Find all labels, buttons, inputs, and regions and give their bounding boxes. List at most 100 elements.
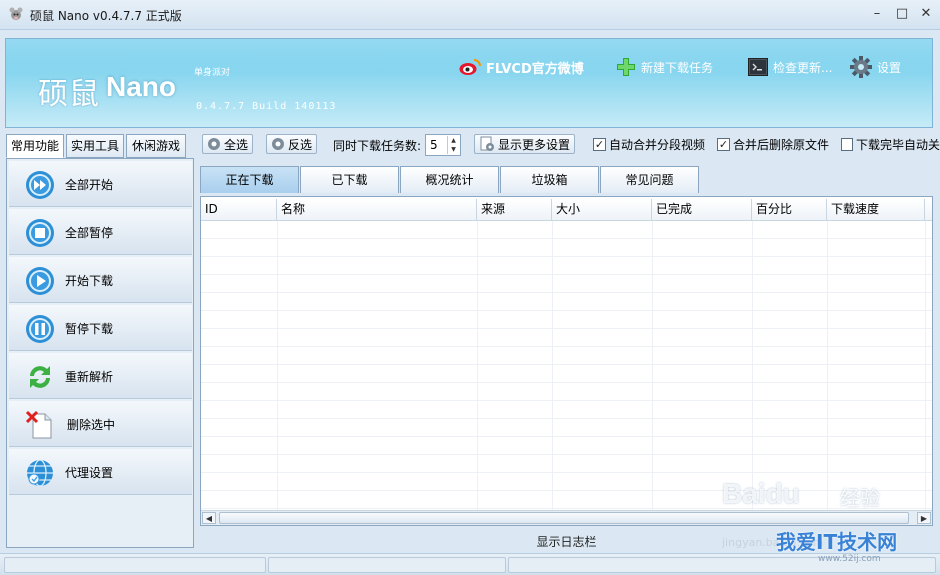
column-source[interactable]: 来源 (477, 199, 552, 221)
tab-common-functions[interactable]: 常用功能 (6, 134, 64, 158)
pause-all-button[interactable]: 全部暂停 (9, 209, 192, 255)
column-divider (925, 221, 926, 511)
column-divider (552, 221, 553, 511)
concurrent-tasks-value: 5 (430, 138, 438, 152)
window-title: 硕鼠 Nano v0.4.7.7 正式版 (30, 9, 182, 23)
settings-label: 设置 (877, 60, 902, 75)
check-update-link[interactable]: 检查更新... (748, 56, 832, 78)
start-all-label: 全部开始 (65, 178, 114, 192)
tab-downloading[interactable]: 正在下载 (200, 166, 299, 193)
fast-forward-icon (26, 171, 54, 199)
tab-statistics[interactable]: 概况统计 (400, 166, 499, 193)
delete-selected-label: 删除选中 (67, 418, 116, 432)
pause-icon (26, 315, 54, 343)
column-completed[interactable]: 已完成 (652, 199, 752, 221)
tab-utilities[interactable]: 实用工具 (66, 134, 124, 158)
delete-selected-button[interactable]: 删除选中 (9, 401, 192, 447)
checkbox-checked-icon: ✓ (717, 138, 730, 151)
column-divider (827, 221, 828, 511)
column-divider (477, 221, 478, 511)
globe-icon (27, 459, 53, 487)
download-list[interactable]: ID 名称 来源 大小 已完成 百分比 下载速度 ◀ ▶ (200, 196, 933, 526)
column-percent[interactable]: 百分比 (752, 199, 827, 221)
auto-merge-checkbox[interactable]: ✓ 自动合并分段视频 (593, 136, 705, 153)
invert-selection-label: 反选 (288, 137, 313, 152)
minimize-button[interactable]: – (868, 6, 886, 22)
list-header: ID 名称 来源 大小 已完成 百分比 下载速度 (201, 199, 932, 221)
gear-icon (850, 56, 872, 78)
tab-downloaded[interactable]: 已下载 (300, 166, 399, 193)
start-all-button[interactable]: 全部开始 (9, 161, 192, 207)
column-divider (652, 221, 653, 511)
new-task-label: 新建下载任务 (641, 60, 714, 75)
scroll-left-icon[interactable]: ◀ (202, 512, 216, 524)
show-more-settings-label: 显示更多设置 (498, 137, 571, 152)
delete-after-merge-checkbox[interactable]: ✓ 合并后删除原文件 (717, 136, 829, 153)
status-segment (4, 557, 266, 573)
auto-shutdown-label: 下载完毕自动关 (855, 138, 940, 152)
weibo-label: FLVCD官方微博 (486, 61, 584, 77)
logo-chinese: 硕鼠 (38, 77, 100, 112)
gear-small-icon (208, 138, 220, 150)
settings-doc-icon (480, 136, 494, 151)
plus-icon (617, 58, 635, 76)
header-banner: 硕鼠 Nano 单身派对 0.4.7.7 Build 140113 FLVCD官… (5, 38, 933, 128)
check-update-label: 检查更新... (773, 60, 833, 75)
auto-merge-label: 自动合并分段视频 (609, 138, 706, 152)
proxy-settings-label: 代理设置 (65, 466, 114, 480)
gear-small-icon (272, 138, 284, 150)
status-segment (268, 557, 506, 573)
column-id[interactable]: ID (201, 199, 277, 221)
watermark-url: www.52ij.com (818, 554, 881, 564)
title-bar: 硕鼠 Nano v0.4.7.7 正式版 – □ ✕ (0, 0, 940, 30)
watermark: Baidu 经验 jingyan.baidu.com 我爱IT技术网 www.5… (722, 478, 937, 570)
list-rows (201, 221, 932, 511)
column-name[interactable]: 名称 (277, 199, 477, 221)
version-build: 0.4.7.7 Build 140113 (196, 101, 337, 112)
invert-selection-button[interactable]: 反选 (266, 134, 318, 154)
tab-faq[interactable]: 常见问题 (600, 166, 699, 193)
watermark-baidu-logo: Baidu (722, 478, 800, 509)
weibo-link[interactable]: FLVCD官方微博 (459, 56, 584, 78)
select-all-button[interactable]: 全选 (202, 134, 254, 154)
concurrent-tasks-label: 同时下载任务数: (333, 139, 422, 153)
pause-download-button[interactable]: 暂停下载 (9, 305, 192, 351)
checkbox-unchecked-icon (841, 138, 853, 151)
column-divider (277, 221, 278, 511)
reparse-label: 重新解析 (65, 370, 114, 384)
delete-file-icon (25, 410, 52, 439)
side-button-panel: 全部开始 全部暂停 开始下载 暂停下载 重新解析 删除选中 代理设置 (6, 158, 194, 548)
auto-shutdown-checkbox[interactable]: 下载完毕自动关 (841, 136, 940, 153)
delete-after-merge-label: 合并后删除原文件 (733, 138, 830, 152)
weibo-icon (459, 59, 481, 75)
column-divider (752, 221, 753, 511)
settings-link[interactable]: 设置 (850, 56, 901, 78)
watermark-site-name: 我爱IT技术网 (776, 530, 898, 554)
logo-nano: Nano (106, 71, 176, 102)
close-button[interactable]: ✕ (917, 6, 935, 22)
terminal-icon (748, 58, 768, 76)
proxy-settings-button[interactable]: 代理设置 (9, 449, 192, 495)
tab-trash[interactable]: 垃圾箱 (500, 166, 599, 193)
start-download-button[interactable]: 开始下载 (9, 257, 192, 303)
maximize-button[interactable]: □ (893, 6, 911, 22)
new-task-link[interactable]: 新建下载任务 (616, 56, 713, 78)
select-all-label: 全选 (224, 137, 249, 152)
reparse-button[interactable]: 重新解析 (9, 353, 192, 399)
start-download-label: 开始下载 (65, 274, 114, 288)
app-mouse-icon (9, 7, 23, 20)
pause-all-label: 全部暂停 (65, 226, 114, 240)
slogan-text: 单身派对 (194, 68, 231, 78)
stop-icon (26, 219, 54, 247)
show-more-settings-button[interactable]: 显示更多设置 (474, 134, 576, 154)
stepper-arrows-icon[interactable]: ▲ ▼ (447, 136, 459, 154)
column-size[interactable]: 大小 (552, 199, 652, 221)
play-icon (26, 267, 54, 295)
tab-casual-games[interactable]: 休闲游戏 (126, 134, 186, 158)
concurrent-tasks-stepper[interactable]: 5 ▲ ▼ (425, 134, 461, 156)
checkbox-checked-icon: ✓ (593, 138, 606, 151)
column-speed[interactable]: 下载速度 (827, 199, 925, 221)
refresh-icon (30, 366, 50, 388)
column-overflow (925, 199, 932, 221)
watermark-jingyan: 经验 (840, 486, 880, 510)
